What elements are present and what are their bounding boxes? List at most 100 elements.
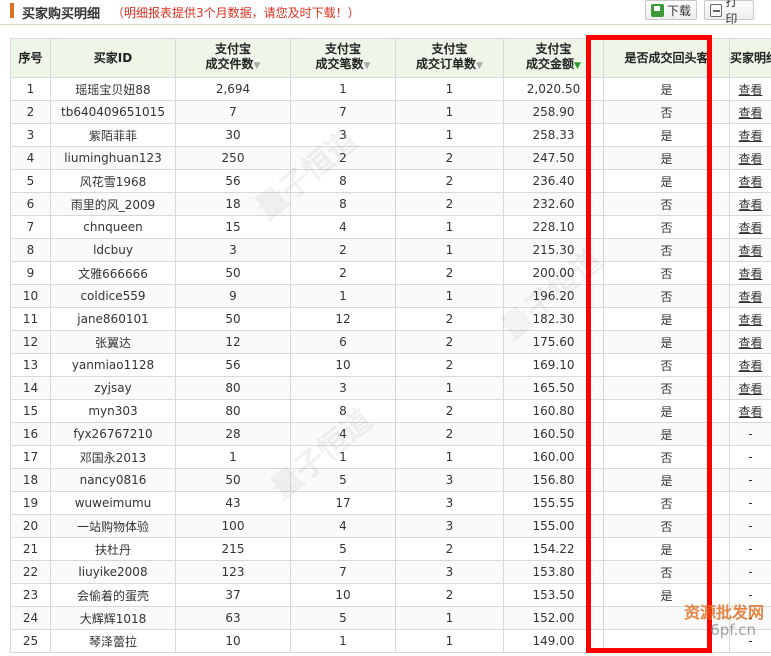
txn-count: 10 bbox=[290, 353, 396, 377]
view-detail-link[interactable]: 查看 bbox=[738, 106, 762, 120]
items-count: 50 bbox=[175, 261, 291, 285]
view-detail-link[interactable]: 查看 bbox=[738, 313, 762, 327]
buyer-id: 扶杜丹 bbox=[50, 537, 176, 561]
table-row: 24 大辉辉1018 63 5 1 152.00 - bbox=[10, 606, 771, 630]
view-detail-link[interactable]: 查看 bbox=[738, 382, 762, 396]
items-count: 63 bbox=[175, 606, 291, 630]
table-header-row: 序号 买家ID 支付宝 成交件数▼ 支付宝 成交笔数▼ 支付宝 成交订单数▼ 支… bbox=[10, 38, 771, 78]
view-detail-link[interactable]: 查看 bbox=[738, 244, 762, 258]
col-header-orders[interactable]: 支付宝 成交订单数▼ bbox=[395, 38, 504, 78]
amount: 169.10 bbox=[503, 353, 604, 377]
txn-count: 17 bbox=[290, 491, 396, 515]
view-detail-link[interactable]: 查看 bbox=[738, 267, 762, 281]
order-count: 1 bbox=[395, 606, 504, 630]
detail-link: 查看 bbox=[729, 238, 771, 262]
order-count: 1 bbox=[395, 284, 504, 308]
txn-count: 1 bbox=[290, 77, 396, 101]
items-count: 250 bbox=[175, 146, 291, 170]
table-row: 11 jane860101 50 12 2 182.30 是查看 bbox=[10, 307, 771, 331]
items-count: 7 bbox=[175, 100, 291, 124]
view-detail-link[interactable]: 查看 bbox=[738, 129, 762, 143]
buyer-id: coldice559 bbox=[50, 284, 176, 308]
row-no: 25 bbox=[10, 629, 51, 653]
view-detail-link[interactable]: 查看 bbox=[738, 359, 762, 373]
amount: 154.22 bbox=[503, 537, 604, 561]
items-count: 80 bbox=[175, 376, 291, 400]
view-detail-link[interactable]: 查看 bbox=[738, 405, 762, 419]
items-count: 50 bbox=[175, 468, 291, 492]
repeat-flag: 否 bbox=[603, 215, 730, 239]
repeat-flag bbox=[603, 629, 730, 653]
buyer-detail-table: 序号 买家ID 支付宝 成交件数▼ 支付宝 成交笔数▼ 支付宝 成交订单数▼ 支… bbox=[10, 38, 771, 653]
table-row: 16 fyx26767210 28 4 2 160.50 是 - bbox=[10, 422, 771, 446]
amount: 236.40 bbox=[503, 169, 604, 193]
table-row: 14 zyjsay 80 3 1 165.50 否查看 bbox=[10, 376, 771, 400]
order-count: 1 bbox=[395, 100, 504, 124]
detail-link: 查看 bbox=[729, 261, 771, 285]
buyer-id: jane860101 bbox=[50, 307, 176, 331]
sort-arrow-icon[interactable]: ▼ bbox=[364, 61, 371, 71]
download-button[interactable]: 下载 bbox=[645, 0, 697, 20]
view-detail-link[interactable]: 查看 bbox=[738, 198, 762, 212]
table-row: 9 文雅666666 50 2 2 200.00 否查看 bbox=[10, 261, 771, 285]
printer-icon bbox=[710, 3, 723, 17]
detail-link: - bbox=[729, 514, 771, 538]
order-count: 2 bbox=[395, 399, 504, 423]
col-header-txns[interactable]: 支付宝 成交笔数▼ bbox=[290, 38, 396, 78]
buyer-id: tb640409651015 bbox=[50, 100, 176, 124]
amount: 153.80 bbox=[503, 560, 604, 584]
items-count: 10 bbox=[175, 629, 291, 653]
row-no: 12 bbox=[10, 330, 51, 354]
table-row: 18 nancy0816 50 5 3 156.80 是 - bbox=[10, 468, 771, 492]
repeat-flag: 否 bbox=[603, 445, 730, 469]
buyer-id: 大辉辉1018 bbox=[50, 606, 176, 630]
sort-arrow-icon[interactable]: ▼ bbox=[254, 61, 261, 71]
items-count: 28 bbox=[175, 422, 291, 446]
txn-count: 1 bbox=[290, 284, 396, 308]
amount: 165.50 bbox=[503, 376, 604, 400]
buyer-id: 张翼达 bbox=[50, 330, 176, 354]
order-count: 1 bbox=[395, 215, 504, 239]
row-no: 20 bbox=[10, 514, 51, 538]
amount: 2,020.50 bbox=[503, 77, 604, 101]
order-count: 3 bbox=[395, 514, 504, 538]
buyer-id: 文雅666666 bbox=[50, 261, 176, 285]
detail-link: 查看 bbox=[729, 330, 771, 354]
items-count: 215 bbox=[175, 537, 291, 561]
view-detail-link[interactable]: 查看 bbox=[738, 175, 762, 189]
col-header-items[interactable]: 支付宝 成交件数▼ bbox=[175, 38, 291, 78]
row-no: 16 bbox=[10, 422, 51, 446]
table-row: 13 yanmiao1128 56 10 2 169.10 否查看 bbox=[10, 353, 771, 377]
table-row: 10 coldice559 9 1 1 196.20 否查看 bbox=[10, 284, 771, 308]
repeat-flag: 否 bbox=[603, 376, 730, 400]
txn-count: 7 bbox=[290, 560, 396, 584]
print-button[interactable]: 打印 bbox=[704, 0, 754, 26]
buyer-id: ldcbuy bbox=[50, 238, 176, 262]
repeat-flag: 否 bbox=[603, 353, 730, 377]
col-header-no: 序号 bbox=[10, 38, 51, 78]
view-detail-link[interactable]: 查看 bbox=[738, 336, 762, 350]
table-row: 6 雨里的风_2009 18 8 2 232.60 否查看 bbox=[10, 192, 771, 216]
buyer-id: 邓国永2013 bbox=[50, 445, 176, 469]
view-detail-link[interactable]: 查看 bbox=[738, 290, 762, 304]
sort-arrow-active-icon[interactable]: ▼ bbox=[574, 61, 581, 71]
table-row: 2 tb640409651015 7 7 1 258.90 否查看 bbox=[10, 100, 771, 124]
report-header: 买家购买明细 （明细报表提供3个月数据，请您及时下载！） 下载 打印 bbox=[0, 0, 771, 26]
items-count: 1 bbox=[175, 445, 291, 469]
order-count: 3 bbox=[395, 491, 504, 515]
row-no: 21 bbox=[10, 537, 51, 561]
detail-link: 查看 bbox=[729, 192, 771, 216]
items-count: 30 bbox=[175, 123, 291, 147]
detail-link: 查看 bbox=[729, 215, 771, 239]
view-detail-link[interactable]: 查看 bbox=[738, 221, 762, 235]
buyer-id: 瑶瑶宝贝妞88 bbox=[50, 77, 176, 101]
view-detail-link[interactable]: 查看 bbox=[738, 83, 762, 97]
view-detail-link[interactable]: 查看 bbox=[738, 152, 762, 166]
col-header-amount[interactable]: 支付宝 成交金额▼ bbox=[503, 38, 604, 78]
amount: 215.30 bbox=[503, 238, 604, 262]
sort-arrow-icon[interactable]: ▼ bbox=[476, 61, 483, 71]
detail-link: 查看 bbox=[729, 399, 771, 423]
txn-count: 4 bbox=[290, 422, 396, 446]
repeat-flag: 是 bbox=[603, 399, 730, 423]
row-no: 10 bbox=[10, 284, 51, 308]
